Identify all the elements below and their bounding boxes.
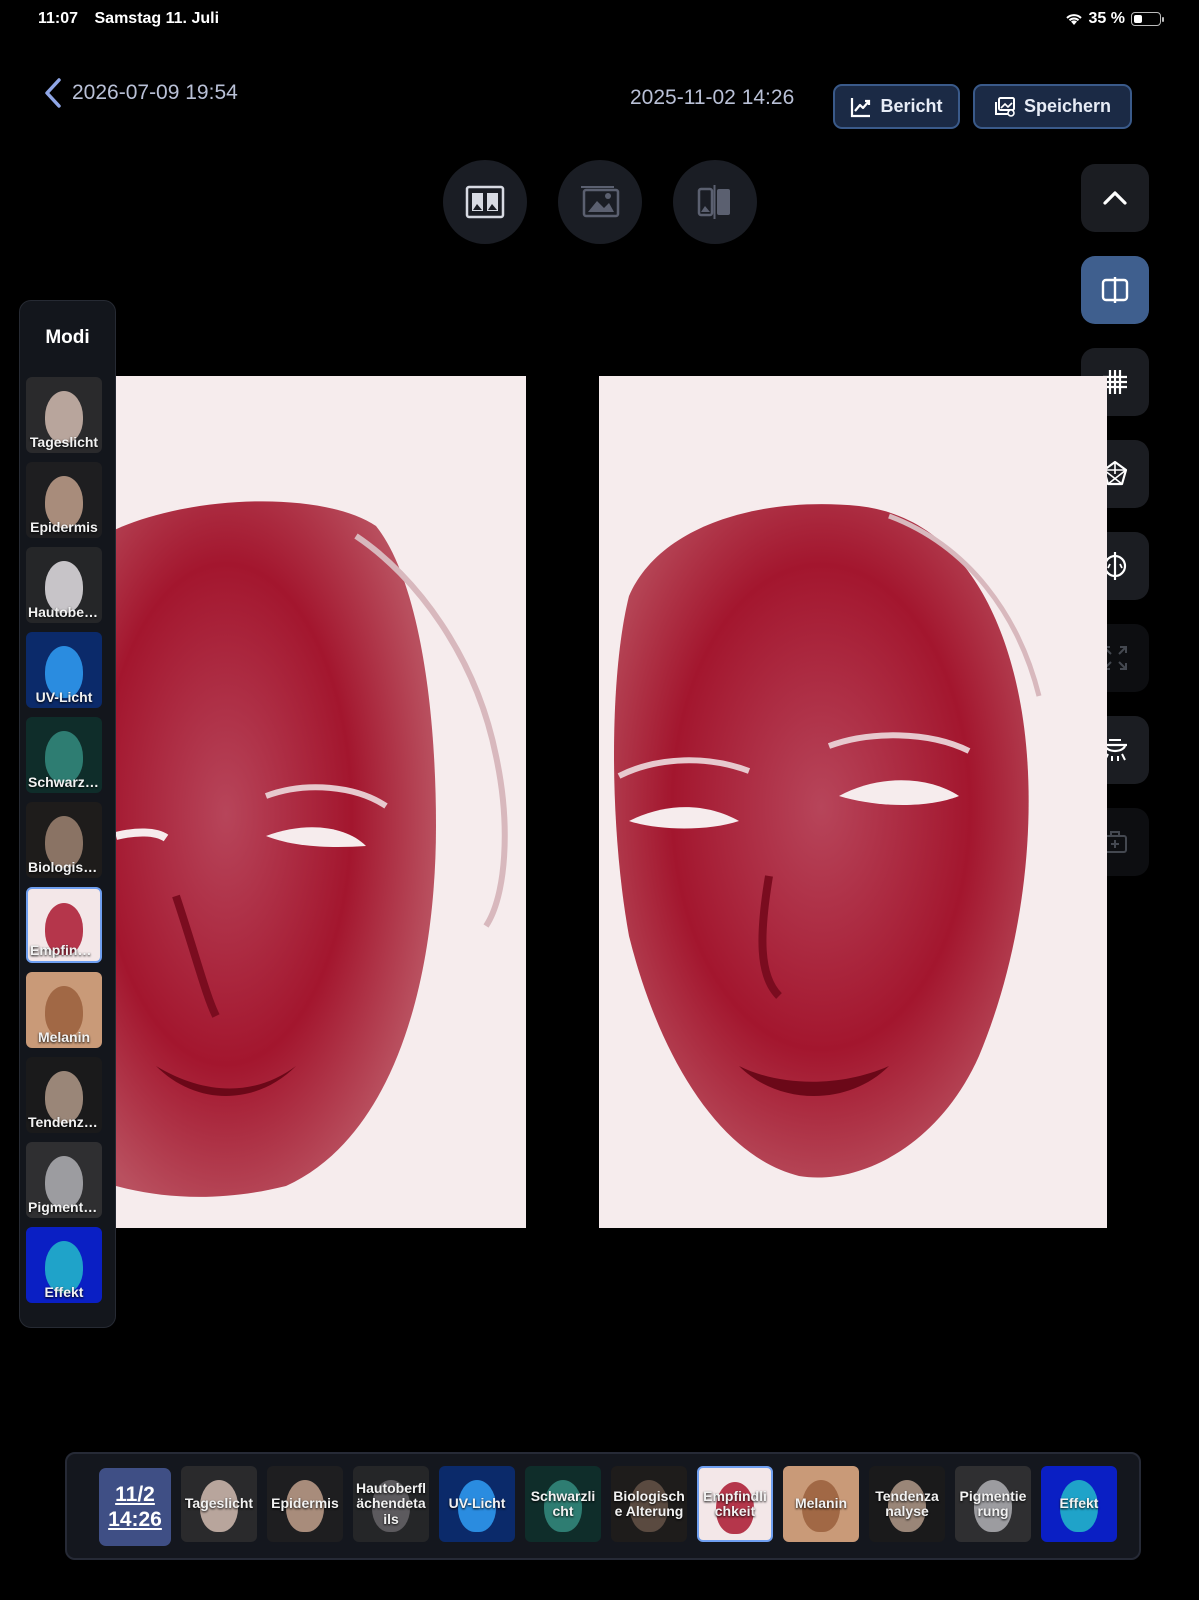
strip-mode-label: Tendenzanalyse: [875, 1487, 939, 1519]
report-button[interactable]: Bericht: [833, 84, 960, 129]
chart-line-icon: [851, 97, 871, 117]
strip-mode-label: Hautoberflächendetails: [356, 1479, 426, 1527]
strip-mode-sensitivity[interactable]: Empfindlichkeit: [697, 1466, 773, 1542]
mode-sensitivity[interactable]: Empfindlichkeit: [26, 887, 102, 963]
mode-label: Epidermis: [30, 519, 98, 535]
modes-title: Modi: [45, 327, 90, 348]
right-comparison-image[interactable]: [599, 376, 1107, 1228]
strip-mode-melanin[interactable]: Melanin: [783, 1466, 859, 1542]
mode-label: Biologische Alterung: [28, 859, 102, 875]
left-comparison-image[interactable]: [116, 376, 526, 1228]
save-label: Speichern: [1023, 96, 1112, 116]
capture-date-tile[interactable]: 11/2 14:26: [99, 1468, 171, 1546]
split-view-icon: [1101, 277, 1129, 303]
mode-strip: 11/2 14:26 Tageslicht Epidermis Hautober…: [65, 1452, 1141, 1560]
mode-label: Empfindlichkeit: [30, 942, 100, 958]
left-image-date: 2026-07-09 19:54: [72, 81, 238, 104]
overlay-view-button[interactable]: [673, 160, 757, 244]
collapse-toolbar-button[interactable]: [1081, 164, 1149, 232]
side-by-side-view-button[interactable]: [443, 160, 527, 244]
capture-time: 14:26: [108, 1508, 162, 1531]
overlay-compare-icon: [697, 185, 730, 219]
strip-mode-label: Pigmentierung: [959, 1487, 1027, 1519]
strip-mode-skin-surface[interactable]: Hautoberflächendetails: [353, 1466, 429, 1542]
right-face-sensitivity-map: [599, 376, 1107, 1228]
chevron-left-icon: [45, 78, 61, 108]
strip-mode-uv-light[interactable]: UV-Licht: [439, 1466, 515, 1542]
split-view-tool[interactable]: [1081, 256, 1149, 324]
strip-mode-epidermis[interactable]: Epidermis: [267, 1466, 343, 1542]
chevron-up-icon: [1103, 191, 1127, 205]
mode-label: Melanin: [37, 1029, 91, 1045]
strip-mode-label: Effekt: [1059, 1495, 1099, 1512]
strip-mode-label: Tageslicht: [184, 1495, 254, 1512]
strip-mode-trend-analysis[interactable]: Tendenzanalyse: [869, 1466, 945, 1542]
status-bar: 11:07 Samstag 11. Juli 35 %: [38, 10, 1164, 32]
report-label: Bericht: [880, 96, 943, 116]
save-button[interactable]: Speichern: [973, 84, 1132, 129]
right-image-date: 2025-11-02 14:26: [630, 86, 795, 109]
mode-daylight[interactable]: Tageslicht: [26, 377, 102, 453]
mode-pigmentation[interactable]: Pigmentierung: [26, 1142, 102, 1218]
strip-mode-pigmentation[interactable]: Pigmentierung: [955, 1466, 1031, 1542]
strip-mode-label: UV-Licht: [448, 1495, 506, 1512]
mode-trend-analysis[interactable]: Tendenzanalyse: [26, 1057, 102, 1133]
mode-epidermis[interactable]: Epidermis: [26, 462, 102, 538]
single-view-button[interactable]: [558, 160, 642, 244]
save-image-icon: [994, 96, 1015, 117]
strip-mode-blacklight[interactable]: Schwarzlicht: [525, 1466, 601, 1542]
status-date: Samstag 11. Juli: [94, 10, 220, 27]
strip-mode-daylight[interactable]: Tageslicht: [181, 1466, 257, 1542]
strip-mode-label: Empfindlichkeit: [703, 1487, 767, 1519]
battery-percent: 35 %: [1088, 10, 1125, 27]
battery-icon: [1131, 12, 1164, 26]
mode-label: Effekt: [44, 1284, 84, 1300]
capture-date: 11/2: [115, 1482, 155, 1506]
strip-mode-effect[interactable]: Effekt: [1041, 1466, 1117, 1542]
strip-mode-label: Epidermis: [271, 1495, 339, 1512]
mode-label: Tageslicht: [29, 434, 99, 450]
mode-uv-light[interactable]: UV-Licht: [26, 632, 102, 708]
mode-blacklight[interactable]: Schwarzlicht: [26, 717, 102, 793]
strip-mode-biological-aging[interactable]: Biologische Alterung: [611, 1466, 687, 1542]
strip-mode-label: Melanin: [794, 1495, 848, 1512]
back-button[interactable]: 2026-07-09 19:54: [44, 78, 238, 108]
mode-label: Schwarzlicht: [28, 774, 102, 790]
mode-effect[interactable]: Effekt: [26, 1227, 102, 1303]
mode-label: Tendenzanalyse: [28, 1114, 102, 1130]
strip-mode-label: Biologische Alterung: [613, 1487, 685, 1519]
mode-skin-surface[interactable]: Hautoberflächendetails: [26, 547, 102, 623]
modes-panel: Modi Tageslicht Epidermis Hautoberfläche…: [19, 300, 116, 1328]
mode-melanin[interactable]: Melanin: [26, 972, 102, 1048]
left-face-sensitivity-map: [116, 376, 526, 1228]
mode-label: UV-Licht: [35, 689, 93, 705]
status-time: 11:07: [38, 10, 79, 27]
strip-mode-label: Schwarzlicht: [530, 1487, 596, 1519]
mode-label: Pigmentierung: [28, 1199, 102, 1215]
image-icon: [581, 186, 620, 218]
dual-image-icon: [465, 185, 505, 219]
wifi-icon: [1065, 14, 1082, 25]
mode-biological-aging[interactable]: Biologische Alterung: [26, 802, 102, 878]
mode-label: Hautoberflächendetails: [28, 604, 102, 620]
